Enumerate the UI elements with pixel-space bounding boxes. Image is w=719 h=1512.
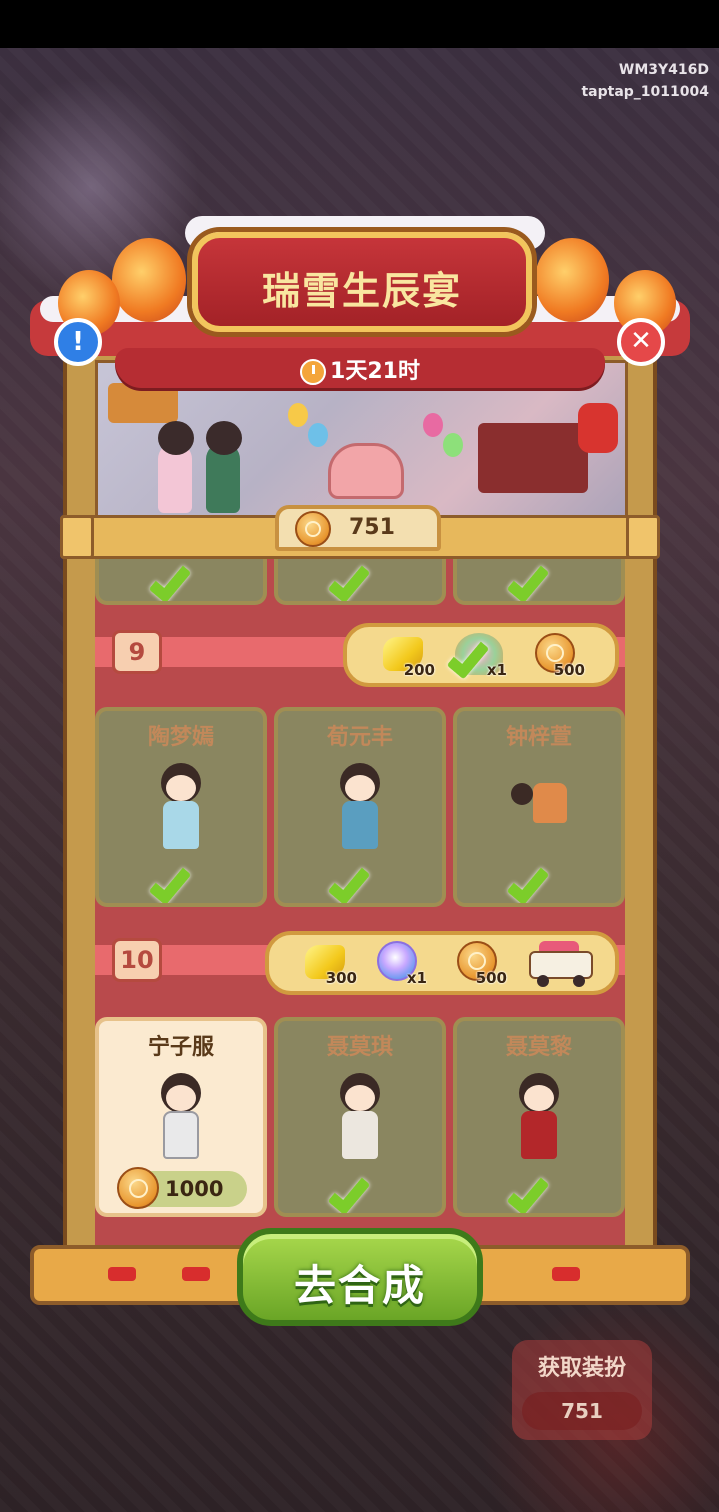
background-dressup-badge: 获取装扮 751: [512, 1340, 652, 1440]
birthday-cake: [328, 443, 404, 499]
price-value: 1000: [165, 1177, 224, 1201]
status-bar: [0, 0, 719, 48]
background-badge-label: 获取装扮: [537, 1356, 626, 1381]
currency-count: 751: [349, 515, 395, 540]
reward-item[interactable]: 500: [449, 941, 509, 987]
info-button[interactable]: !: [54, 318, 102, 366]
close-button[interactable]: ✕: [617, 318, 665, 366]
title-plaque: 瑞雪生辰宴: [192, 232, 532, 332]
tier-reward-bar: 200 x1 500: [343, 623, 619, 687]
character-avatar: [509, 1073, 569, 1163]
reward-item[interactable]: x1: [369, 941, 429, 987]
character-name: 聂莫黎: [505, 1035, 572, 1060]
character-name: 钟梓萱: [505, 725, 572, 750]
character-card[interactable]: 钟梓萱: [453, 707, 625, 907]
go-merge-button[interactable]: 去合成: [237, 1228, 483, 1326]
previous-card-1: [95, 555, 267, 605]
character-avatar: [509, 763, 569, 853]
clock-icon: [300, 359, 327, 385]
token-coin-icon: [117, 1167, 159, 1209]
lantern-icon: [535, 238, 609, 322]
rail-ornament: [108, 1267, 136, 1281]
character-card[interactable]: 聂莫黎: [453, 1017, 625, 1217]
lion-dance: [578, 403, 618, 453]
channel-id: taptap_1011004: [581, 84, 709, 100]
timer-text-wrap: 1天21时: [115, 353, 605, 385]
character-name: 聂莫琪: [326, 1035, 393, 1060]
check-icon: [151, 557, 211, 601]
check-icon: [151, 859, 211, 903]
character-name: 宁子服: [147, 1035, 214, 1060]
frame-post-right: [626, 515, 660, 559]
timer-value: 1天21时: [330, 359, 420, 384]
check-icon: [509, 859, 569, 903]
reward-item[interactable]: 200: [377, 633, 437, 679]
banner-character-head: [206, 421, 242, 455]
character-avatar: [330, 763, 390, 853]
reward-amount: x1: [406, 969, 427, 987]
character-name: 荀元丰: [326, 725, 393, 750]
previous-card-3: [453, 555, 625, 605]
event-title: 瑞雪生辰宴: [261, 269, 462, 313]
go-merge-label: 去合成: [293, 1261, 426, 1310]
reward-amount: 200: [403, 661, 435, 679]
check-icon: [509, 557, 569, 601]
balloon: [288, 403, 308, 427]
check-icon: [509, 1169, 569, 1213]
banner-stall: [478, 423, 588, 493]
frame-post-left: [60, 515, 94, 559]
token-coin-icon: [295, 511, 331, 547]
character-name: 陶梦嫣: [147, 725, 214, 750]
balloon: [423, 413, 443, 437]
reward-item[interactable]: 300: [299, 941, 359, 987]
character-avatar: [330, 1073, 390, 1163]
reward-amount: 500: [553, 661, 585, 679]
previous-card-2: [274, 555, 446, 605]
character-avatar: [151, 1073, 211, 1163]
character-card[interactable]: 陶梦嫣: [95, 707, 267, 907]
check-icon: [330, 859, 390, 903]
banner-stall: [108, 383, 178, 423]
reward-item[interactable]: x1: [449, 633, 509, 679]
check-icon: [330, 1169, 390, 1213]
character-avatar: [151, 763, 211, 853]
character-card-purchasable[interactable]: 宁子服 1000: [95, 1017, 267, 1217]
reward-amount: 500: [475, 969, 507, 987]
balloon: [443, 433, 463, 457]
buy-price-button[interactable]: 1000: [117, 1167, 247, 1209]
food-truck-icon: [529, 941, 593, 987]
currency-display: 751: [275, 505, 441, 551]
check-icon: [330, 557, 390, 601]
tier-level: 10: [112, 938, 162, 982]
background-badge-count: 751: [522, 1392, 642, 1430]
balloon: [308, 423, 328, 447]
character-card[interactable]: 聂莫琪: [274, 1017, 446, 1217]
rail-ornament: [182, 1267, 210, 1281]
banner-character-head: [158, 421, 194, 455]
rail-ornament: [552, 1267, 580, 1281]
event-timer: 1天21时: [115, 348, 605, 388]
character-card[interactable]: 荀元丰: [274, 707, 446, 907]
device-id: WM3Y416D: [618, 62, 709, 78]
reward-amount: x1: [486, 661, 507, 679]
tier-level: 9: [112, 630, 162, 674]
reward-item[interactable]: [525, 941, 599, 987]
lantern-icon: [112, 238, 186, 322]
reward-amount: 300: [325, 969, 357, 987]
reward-list[interactable]: 9 200 x1 500 陶梦嫣 荀元丰 钟梓萱 10 300 x1 500 宁…: [95, 555, 625, 1255]
tier-reward-bar: 300 x1 500: [265, 931, 619, 995]
reward-item[interactable]: 500: [527, 633, 587, 679]
